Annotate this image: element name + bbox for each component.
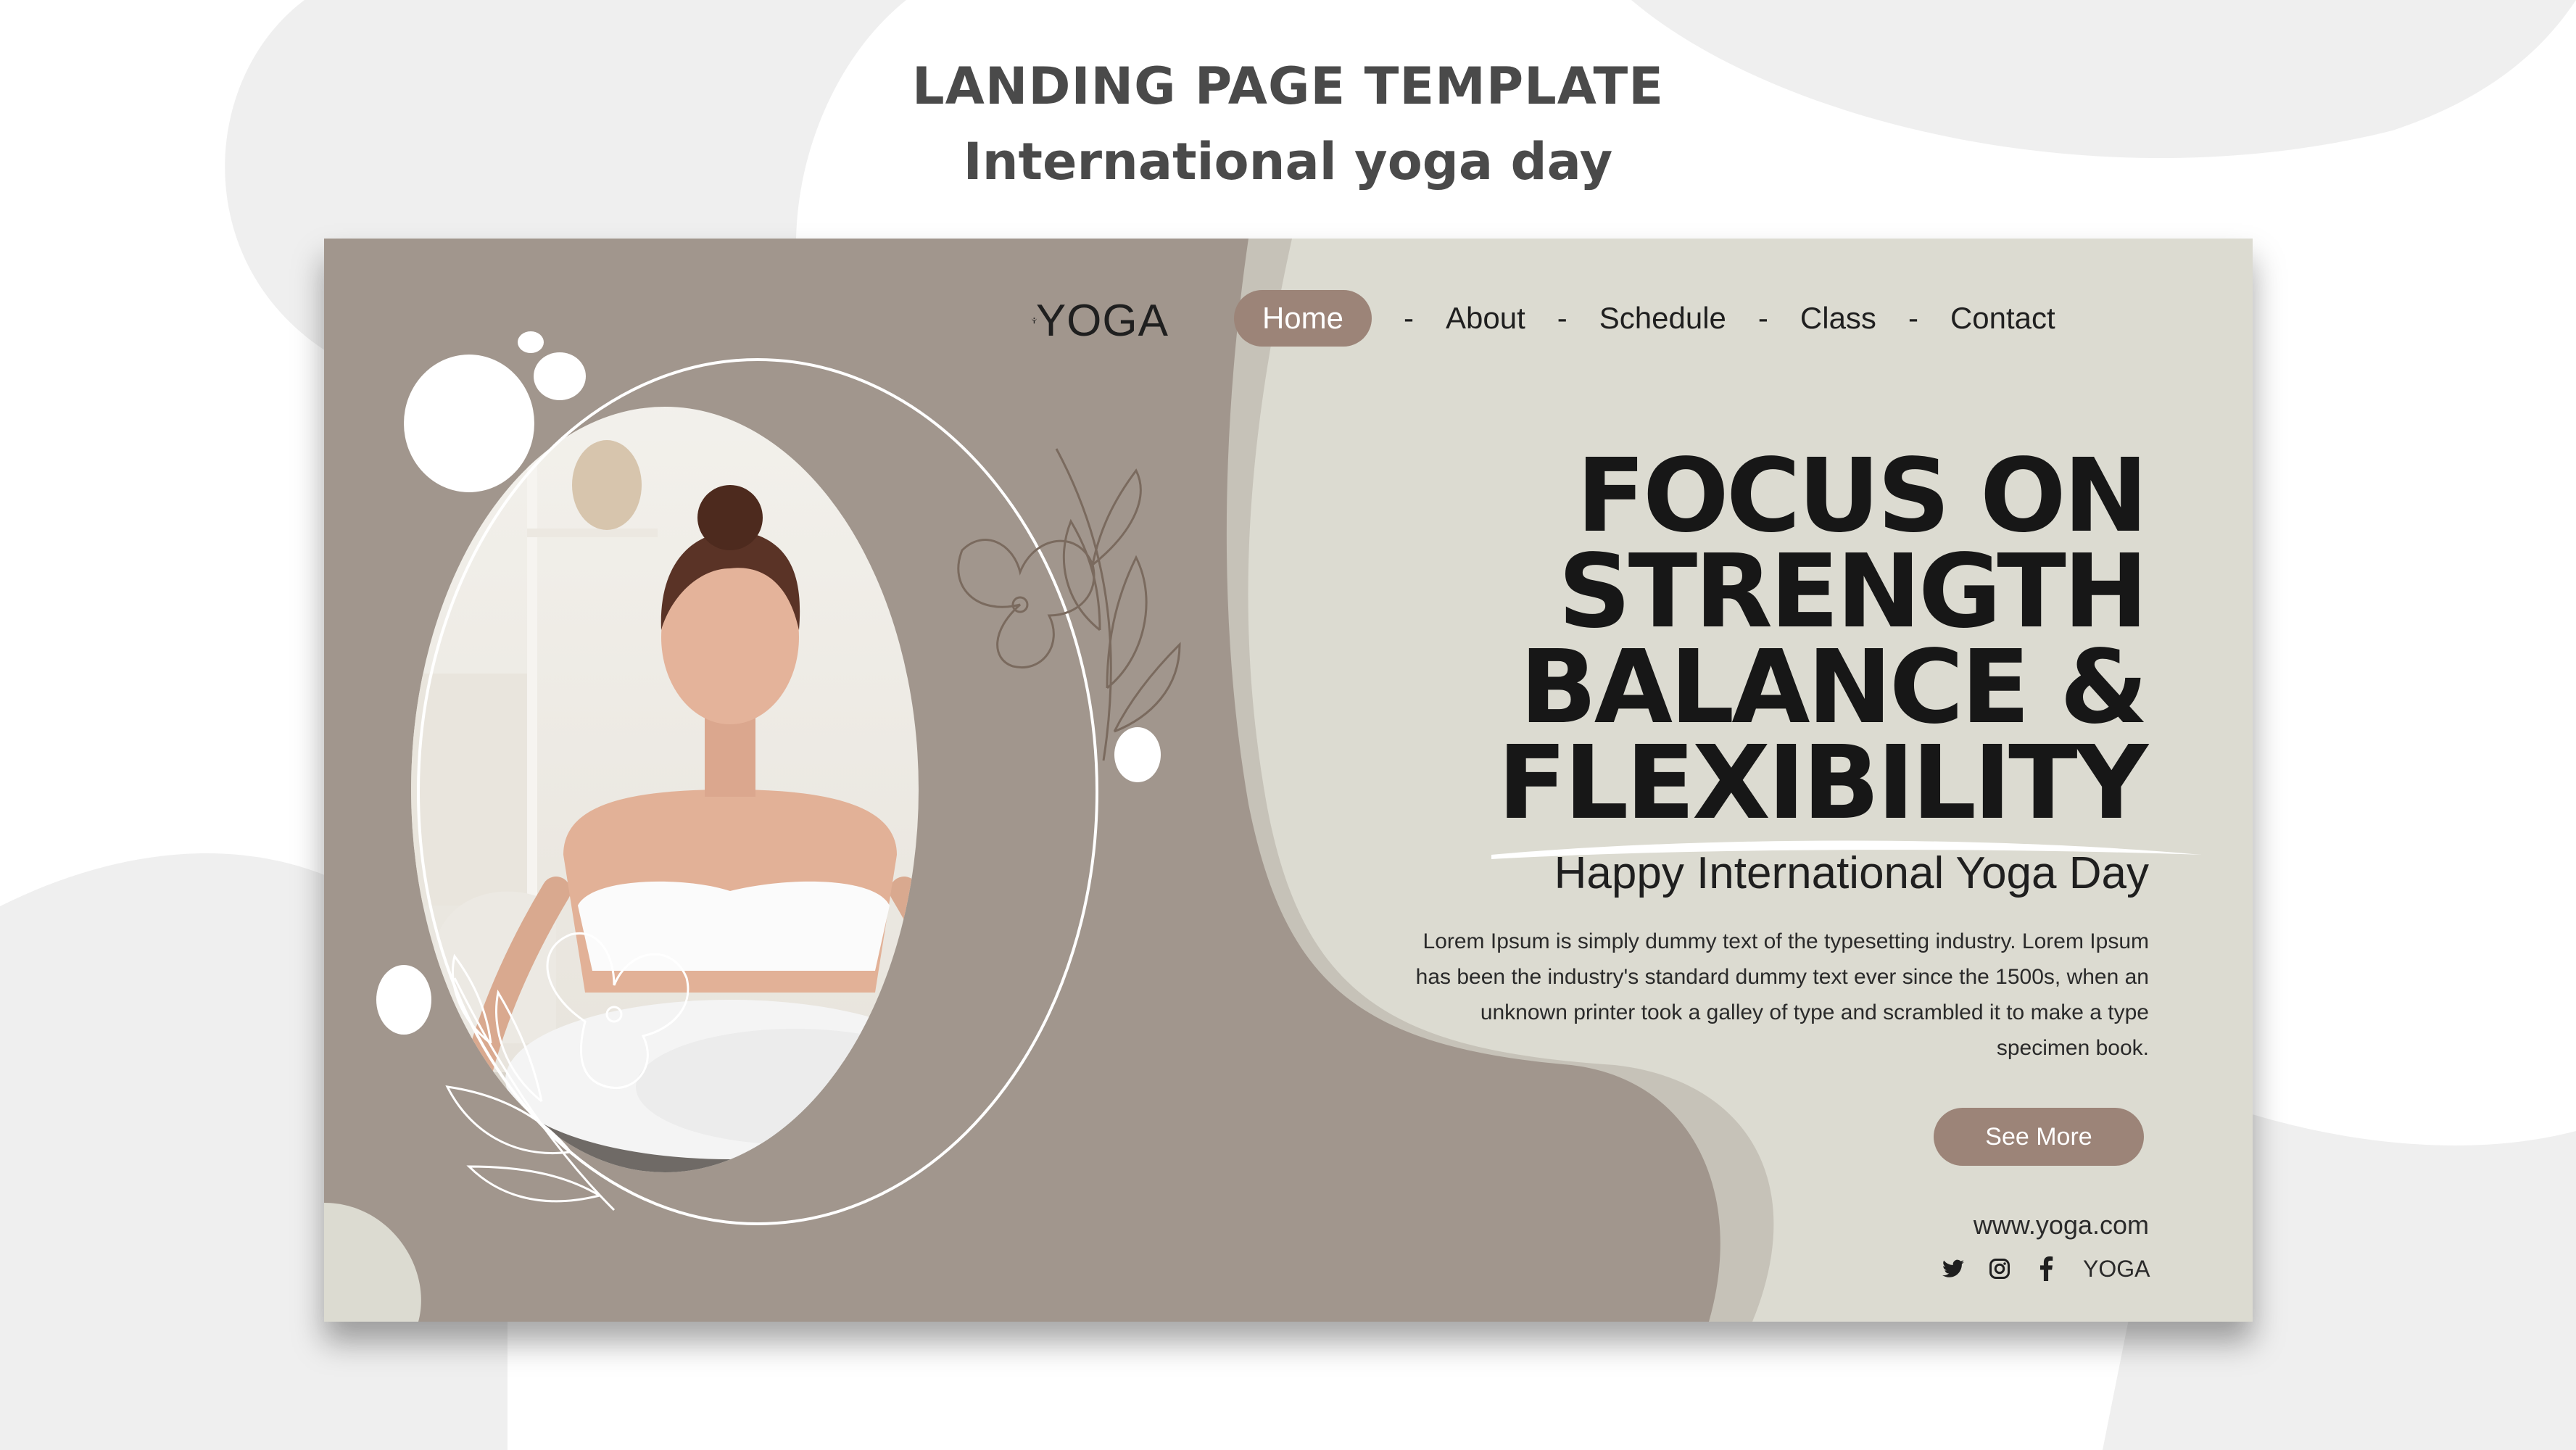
logo[interactable]: YOGA [1031, 291, 1169, 349]
see-more-button[interactable]: See More [1934, 1108, 2144, 1166]
hero-subheading: Happy International Yoga Day [1554, 848, 2149, 898]
headline-line: BALANCE & [1520, 629, 2148, 747]
logo-text: YOGA [1035, 295, 1169, 346]
main-nav: Home - About - Schedule - Class - Contac… [1234, 289, 2055, 347]
headline-line: FOCUS ON [1576, 437, 2148, 555]
instagram-icon[interactable] [1986, 1255, 2013, 1283]
nav-separator: - [1557, 301, 1567, 335]
nav-separator: - [1757, 301, 1768, 335]
headline-line: FLEXIBILITY [1497, 724, 2148, 842]
social-brand-text: YOGA [2083, 1255, 2150, 1282]
template-subtitle: International yoga day [963, 132, 1613, 191]
nav-contact[interactable]: Contact [1950, 301, 2055, 336]
headline-line: STRENGTH [1557, 533, 2148, 651]
landing-page-mockup: YOGA Home - About - Schedule - Class - C… [324, 239, 2253, 1322]
template-title: LANDING PAGE TEMPLATE [911, 57, 1665, 116]
hero-body-text: Lorem Ipsum is simply dummy text of the … [1415, 929, 2149, 1060]
facebook-icon[interactable] [2032, 1255, 2060, 1283]
website-link[interactable]: www.yoga.com [1974, 1210, 2149, 1240]
nav-about[interactable]: About [1446, 301, 1525, 336]
nav-class[interactable]: Class [1800, 301, 1876, 336]
nav-schedule[interactable]: Schedule [1599, 301, 1726, 336]
hero-headline: FOCUS ON STRENGTH BALANCE & FLEXIBILITY [1497, 437, 2148, 842]
twitter-icon[interactable] [1939, 1255, 1967, 1283]
nav-separator: - [1404, 301, 1414, 335]
nav-home[interactable]: Home [1234, 290, 1372, 347]
social-links: YOGA [1939, 1251, 2150, 1286]
nav-separator: - [1908, 301, 1918, 335]
